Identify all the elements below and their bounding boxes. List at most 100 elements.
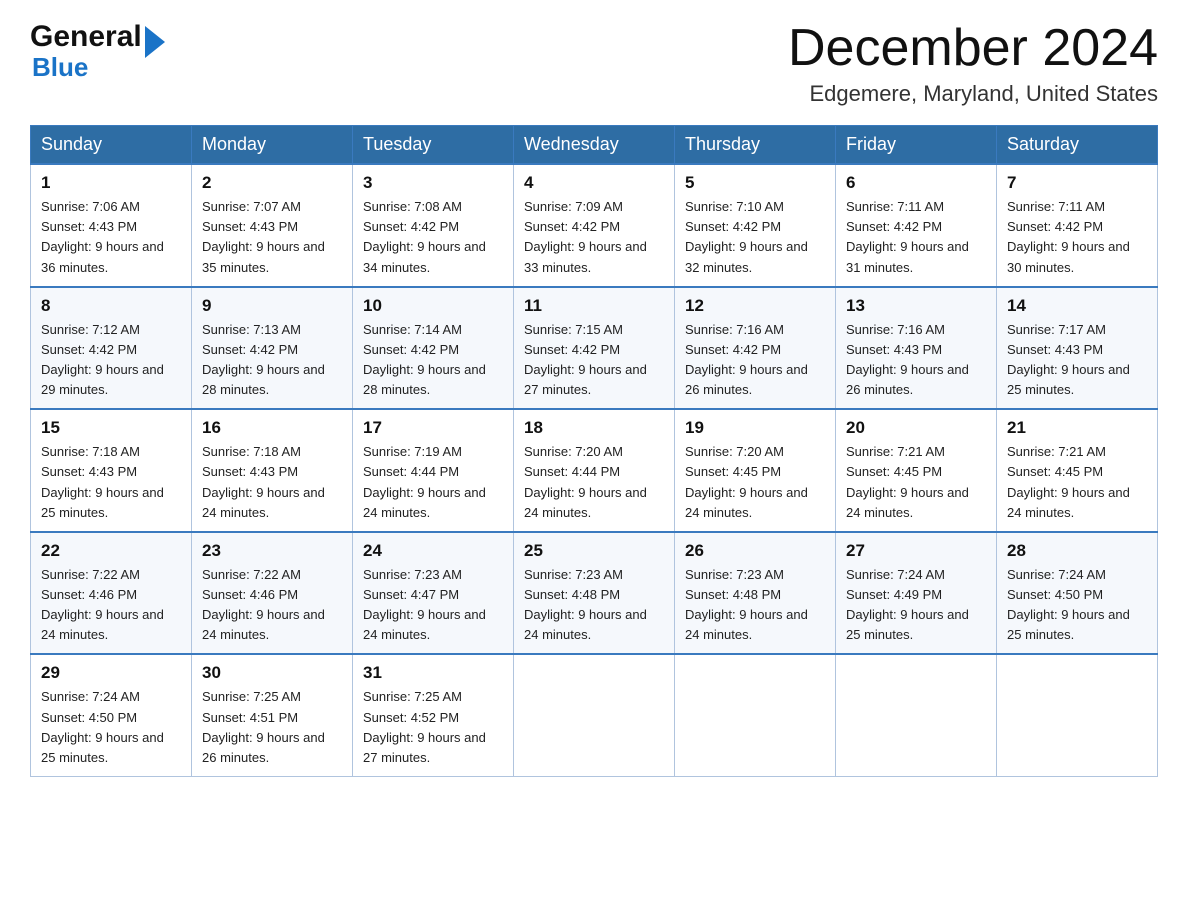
day-info: Sunrise: 7:14 AM Sunset: 4:42 PM Dayligh… [363,320,503,401]
sunset-label: Sunset: 4:42 PM [41,342,137,357]
daylight-label: Daylight: 9 hours and 35 minutes. [202,239,325,274]
col-tuesday: Tuesday [353,126,514,165]
calendar-day-cell: 23 Sunrise: 7:22 AM Sunset: 4:46 PM Dayl… [192,532,353,655]
daylight-label: Daylight: 9 hours and 26 minutes. [202,730,325,765]
logo-arrow-icon [145,26,165,58]
sunset-label: Sunset: 4:43 PM [1007,342,1103,357]
title-area: December 2024 Edgemere, Maryland, United… [788,20,1158,107]
daylight-label: Daylight: 9 hours and 24 minutes. [202,607,325,642]
sunrise-label: Sunrise: 7:17 AM [1007,322,1106,337]
daylight-label: Daylight: 9 hours and 24 minutes. [524,607,647,642]
day-info: Sunrise: 7:22 AM Sunset: 4:46 PM Dayligh… [41,565,181,646]
calendar-day-cell: 24 Sunrise: 7:23 AM Sunset: 4:47 PM Dayl… [353,532,514,655]
sunrise-label: Sunrise: 7:21 AM [1007,444,1106,459]
calendar-table: Sunday Monday Tuesday Wednesday Thursday… [30,125,1158,777]
day-number: 3 [363,173,503,193]
sunset-label: Sunset: 4:42 PM [846,219,942,234]
sunrise-label: Sunrise: 7:22 AM [202,567,301,582]
sunrise-label: Sunrise: 7:15 AM [524,322,623,337]
sunrise-label: Sunrise: 7:20 AM [524,444,623,459]
day-info: Sunrise: 7:13 AM Sunset: 4:42 PM Dayligh… [202,320,342,401]
sunset-label: Sunset: 4:46 PM [202,587,298,602]
day-info: Sunrise: 7:08 AM Sunset: 4:42 PM Dayligh… [363,197,503,278]
sunrise-label: Sunrise: 7:25 AM [363,689,462,704]
day-number: 4 [524,173,664,193]
col-sunday: Sunday [31,126,192,165]
sunset-label: Sunset: 4:43 PM [202,219,298,234]
sunset-label: Sunset: 4:42 PM [363,342,459,357]
day-info: Sunrise: 7:24 AM Sunset: 4:50 PM Dayligh… [1007,565,1147,646]
day-number: 1 [41,173,181,193]
sunrise-label: Sunrise: 7:25 AM [202,689,301,704]
day-number: 26 [685,541,825,561]
calendar-day-cell: 7 Sunrise: 7:11 AM Sunset: 4:42 PM Dayli… [997,164,1158,287]
sunrise-label: Sunrise: 7:21 AM [846,444,945,459]
calendar-day-cell [514,654,675,776]
sunset-label: Sunset: 4:50 PM [1007,587,1103,602]
logo-blue-text: Blue [32,52,88,83]
daylight-label: Daylight: 9 hours and 25 minutes. [1007,607,1130,642]
daylight-label: Daylight: 9 hours and 24 minutes. [846,485,969,520]
day-info: Sunrise: 7:23 AM Sunset: 4:48 PM Dayligh… [685,565,825,646]
daylight-label: Daylight: 9 hours and 26 minutes. [846,362,969,397]
calendar-day-cell [997,654,1158,776]
sunset-label: Sunset: 4:51 PM [202,710,298,725]
calendar-day-cell: 3 Sunrise: 7:08 AM Sunset: 4:42 PM Dayli… [353,164,514,287]
daylight-label: Daylight: 9 hours and 28 minutes. [363,362,486,397]
calendar-day-cell: 11 Sunrise: 7:15 AM Sunset: 4:42 PM Dayl… [514,287,675,410]
calendar-day-cell: 10 Sunrise: 7:14 AM Sunset: 4:42 PM Dayl… [353,287,514,410]
calendar-day-cell [836,654,997,776]
calendar-day-cell: 4 Sunrise: 7:09 AM Sunset: 4:42 PM Dayli… [514,164,675,287]
calendar-day-cell: 13 Sunrise: 7:16 AM Sunset: 4:43 PM Dayl… [836,287,997,410]
day-info: Sunrise: 7:24 AM Sunset: 4:50 PM Dayligh… [41,687,181,768]
daylight-label: Daylight: 9 hours and 36 minutes. [41,239,164,274]
day-info: Sunrise: 7:22 AM Sunset: 4:46 PM Dayligh… [202,565,342,646]
sunrise-label: Sunrise: 7:16 AM [846,322,945,337]
day-number: 20 [846,418,986,438]
daylight-label: Daylight: 9 hours and 33 minutes. [524,239,647,274]
calendar-week-row: 15 Sunrise: 7:18 AM Sunset: 4:43 PM Dayl… [31,409,1158,532]
calendar-day-cell: 18 Sunrise: 7:20 AM Sunset: 4:44 PM Dayl… [514,409,675,532]
day-info: Sunrise: 7:10 AM Sunset: 4:42 PM Dayligh… [685,197,825,278]
day-number: 28 [1007,541,1147,561]
daylight-label: Daylight: 9 hours and 31 minutes. [846,239,969,274]
sunrise-label: Sunrise: 7:18 AM [41,444,140,459]
daylight-label: Daylight: 9 hours and 25 minutes. [1007,362,1130,397]
calendar-day-cell [675,654,836,776]
sunrise-label: Sunrise: 7:24 AM [41,689,140,704]
calendar-day-cell: 12 Sunrise: 7:16 AM Sunset: 4:42 PM Dayl… [675,287,836,410]
sunrise-label: Sunrise: 7:18 AM [202,444,301,459]
day-number: 15 [41,418,181,438]
daylight-label: Daylight: 9 hours and 24 minutes. [202,485,325,520]
daylight-label: Daylight: 9 hours and 27 minutes. [524,362,647,397]
sunrise-label: Sunrise: 7:06 AM [41,199,140,214]
daylight-label: Daylight: 9 hours and 24 minutes. [1007,485,1130,520]
calendar-day-cell: 17 Sunrise: 7:19 AM Sunset: 4:44 PM Dayl… [353,409,514,532]
day-number: 25 [524,541,664,561]
day-number: 6 [846,173,986,193]
calendar-day-cell: 19 Sunrise: 7:20 AM Sunset: 4:45 PM Dayl… [675,409,836,532]
col-friday: Friday [836,126,997,165]
day-number: 19 [685,418,825,438]
day-number: 16 [202,418,342,438]
sunset-label: Sunset: 4:45 PM [846,464,942,479]
calendar-day-cell: 28 Sunrise: 7:24 AM Sunset: 4:50 PM Dayl… [997,532,1158,655]
calendar-day-cell: 1 Sunrise: 7:06 AM Sunset: 4:43 PM Dayli… [31,164,192,287]
day-info: Sunrise: 7:16 AM Sunset: 4:42 PM Dayligh… [685,320,825,401]
calendar-day-cell: 25 Sunrise: 7:23 AM Sunset: 4:48 PM Dayl… [514,532,675,655]
daylight-label: Daylight: 9 hours and 25 minutes. [41,730,164,765]
day-number: 11 [524,296,664,316]
sunset-label: Sunset: 4:49 PM [846,587,942,602]
day-number: 7 [1007,173,1147,193]
sunset-label: Sunset: 4:42 PM [1007,219,1103,234]
logo: General Blue [30,20,165,83]
day-number: 27 [846,541,986,561]
daylight-label: Daylight: 9 hours and 24 minutes. [363,485,486,520]
day-info: Sunrise: 7:16 AM Sunset: 4:43 PM Dayligh… [846,320,986,401]
daylight-label: Daylight: 9 hours and 29 minutes. [41,362,164,397]
page-header: General Blue December 2024 Edgemere, Mar… [30,20,1158,107]
sunset-label: Sunset: 4:42 PM [524,342,620,357]
sunrise-label: Sunrise: 7:24 AM [846,567,945,582]
daylight-label: Daylight: 9 hours and 28 minutes. [202,362,325,397]
day-number: 5 [685,173,825,193]
